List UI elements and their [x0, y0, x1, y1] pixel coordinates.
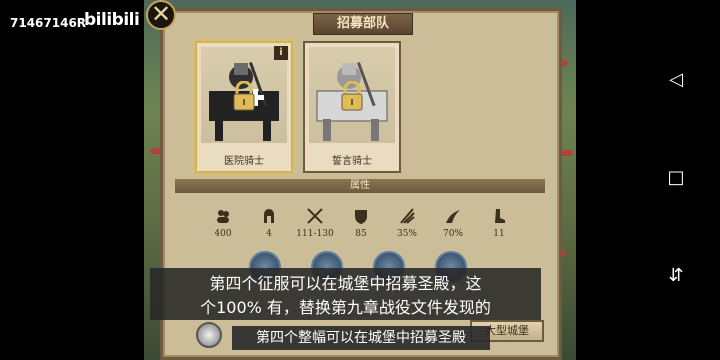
stat-value: 35% — [396, 229, 417, 239]
unit-portrait — [201, 47, 287, 143]
unit-card-hospitaller[interactable]: i 医院骑士 — [195, 41, 293, 173]
currency-icon — [196, 322, 222, 348]
close-icon: ✕ — [150, 0, 172, 28]
stat-speed: 11 — [479, 207, 519, 239]
stat-value: 111-130 — [296, 229, 334, 239]
swords-icon — [307, 208, 323, 224]
stat-pierce: 35% — [387, 207, 427, 239]
video-subtitle: 第四个征服可以在城堡中招募圣殿，这 个100% 有，替换第九章战役文件发现的 — [150, 268, 541, 320]
attributes-header: 属性 — [175, 179, 545, 193]
subtitle-line-2: 个100% 有，替换第九章战役文件发现的 — [200, 298, 491, 317]
stat-armor: 4 — [249, 207, 289, 239]
shield-icon — [355, 210, 367, 224]
close-button[interactable]: ✕ — [146, 0, 176, 30]
uploader-id: 71467146R — [10, 16, 87, 30]
helmet-icon — [264, 209, 274, 223]
stat-charge: 70% — [433, 207, 473, 239]
stat-value: 400 — [214, 229, 232, 239]
stat-value: 70% — [442, 229, 463, 239]
troops-icon — [217, 210, 229, 223]
stat-value: 11 — [493, 229, 505, 239]
unit-portrait — [309, 47, 395, 143]
recent-icon[interactable]: ⇵ — [666, 266, 686, 286]
stat-value: 4 — [266, 229, 272, 239]
lock-icon — [341, 81, 363, 111]
info-icon[interactable]: i — [274, 46, 288, 60]
boot-icon — [495, 209, 505, 223]
stat-defense: 85 — [341, 207, 381, 239]
lock-icon — [233, 81, 255, 111]
panel-title: 招募部队 — [313, 13, 413, 35]
charge-icon — [446, 210, 460, 223]
video-subtitle-secondary: 第四个整幅可以在城堡中招募圣殿 — [232, 326, 490, 350]
system-navigation-bar: ◁ □ ⇵ — [576, 0, 720, 360]
back-icon[interactable]: ◁ — [666, 70, 686, 90]
home-icon[interactable]: □ — [666, 168, 686, 188]
claw-icon — [400, 208, 415, 224]
stat-attack: 111-130 — [295, 207, 335, 239]
unit-name: 誓言骑士 — [332, 156, 372, 167]
unit-name: 医院骑士 — [224, 156, 264, 167]
unit-card-oath-knight[interactable]: 誓言骑士 — [303, 41, 401, 173]
subtitle-line-1: 第四个征服可以在城堡中招募圣殿，这 — [209, 274, 482, 293]
stat-troops: 400 — [203, 207, 243, 239]
bilibili-logo: bilibili — [84, 10, 140, 30]
stat-value: 85 — [355, 229, 367, 239]
